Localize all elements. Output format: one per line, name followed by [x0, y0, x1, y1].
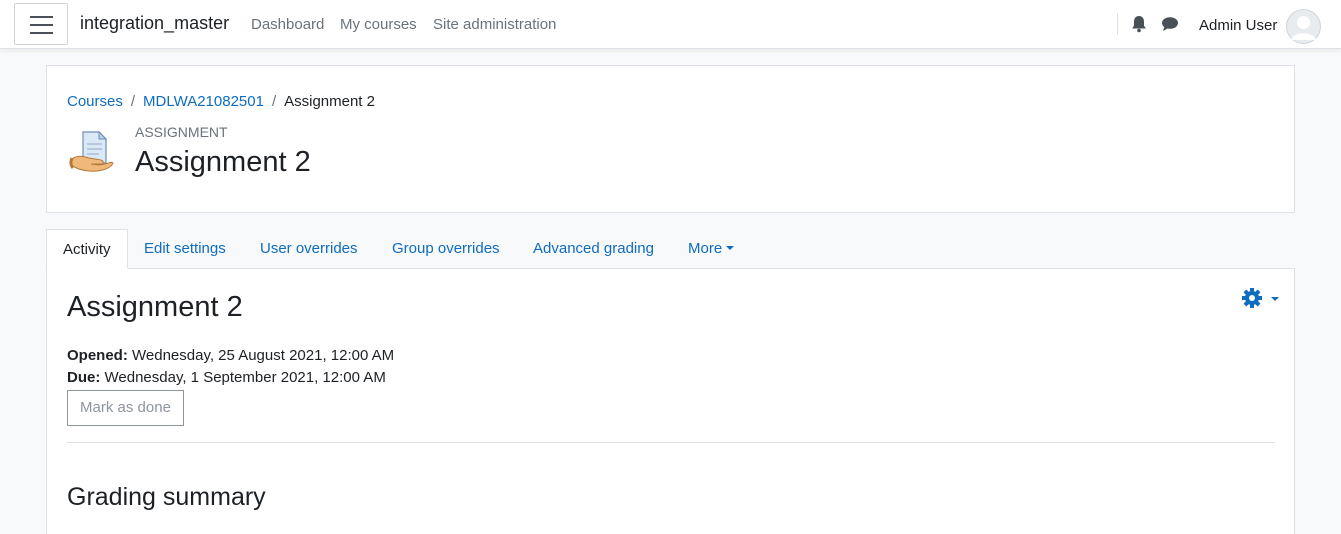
- nav-link-my-courses[interactable]: My courses: [340, 16, 417, 33]
- user-name[interactable]: Admin User: [1199, 17, 1277, 34]
- due-label: Due:: [67, 369, 101, 386]
- menu-button[interactable]: [14, 3, 68, 45]
- page-title: Assignment 2: [135, 146, 311, 178]
- breadcrumb-courses[interactable]: Courses: [67, 93, 123, 110]
- bell-icon[interactable]: [1131, 15, 1147, 38]
- nav-divider: [1117, 13, 1118, 35]
- mark-as-done-button[interactable]: Mark as done: [67, 390, 184, 426]
- divider: [67, 442, 1275, 443]
- page-header: Courses / MDLWA21082501/Assignment 2 ASSIG…: [46, 65, 1295, 213]
- main-region: Assignment 2 Opened: Wednesday, 25 Augus…: [46, 268, 1295, 534]
- breadcrumb: Courses / MDLWA21082501/Assignment 2: [67, 93, 375, 110]
- site-name[interactable]: integration_master: [80, 13, 229, 34]
- tab-more[interactable]: More: [672, 229, 750, 269]
- activity-dates: Opened: Wednesday, 25 August 2021, 12:00…: [67, 345, 394, 389]
- due-date: Due: Wednesday, 1 September 2021, 12:00 …: [67, 367, 394, 389]
- breadcrumb-course[interactable]: MDLWA21082501: [143, 93, 264, 110]
- tab-activity[interactable]: Activity: [46, 229, 128, 269]
- tab-user-overrides[interactable]: User overrides: [244, 229, 374, 269]
- nav-link-site-administration[interactable]: Site administration: [433, 16, 556, 33]
- due-value: Wednesday, 1 September 2021, 12:00 AM: [104, 369, 386, 386]
- tab-group-overrides[interactable]: Group overrides: [376, 229, 516, 269]
- opened-value: Wednesday, 25 August 2021, 12:00 AM: [132, 347, 395, 364]
- avatar-icon[interactable]: [1286, 9, 1321, 44]
- nav-link-dashboard[interactable]: Dashboard: [251, 16, 324, 33]
- assignment-icon: [69, 130, 115, 179]
- tab-advanced-grading[interactable]: Advanced grading: [517, 229, 670, 269]
- secondary-navigation: Activity Edit settings User overrides Gr…: [46, 229, 1295, 269]
- grading-summary-heading: Grading summary: [67, 483, 266, 511]
- activity-type-label: ASSIGNMENT: [135, 124, 228, 140]
- chat-icon[interactable]: [1161, 16, 1179, 37]
- tab-edit-settings[interactable]: Edit settings: [128, 229, 242, 269]
- menu-icon: [30, 16, 53, 18]
- activity-title: Assignment 2: [67, 291, 243, 323]
- opened-date: Opened: Wednesday, 25 August 2021, 12:00…: [67, 345, 394, 367]
- top-navbar: integration_master Dashboard My courses …: [0, 0, 1341, 49]
- breadcrumb-current: Assignment 2: [284, 93, 375, 110]
- tab-more-label: More: [688, 240, 723, 257]
- opened-label: Opened:: [67, 347, 128, 364]
- gear-icon: [1242, 288, 1279, 308]
- actions-menu[interactable]: [1241, 287, 1283, 309]
- chevron-down-icon: [726, 246, 735, 250]
